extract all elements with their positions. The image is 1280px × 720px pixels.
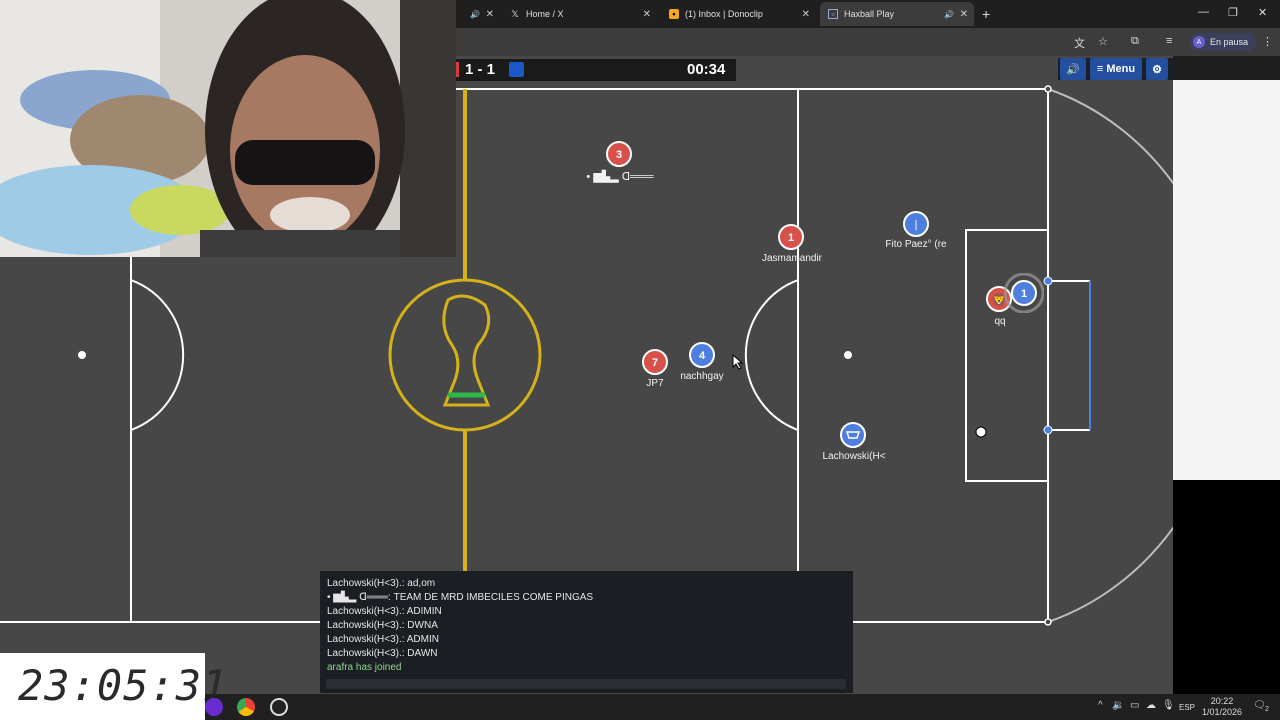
tab-haxball[interactable]: ▫ Haxball Play 🔊 ✕: [820, 2, 974, 26]
chat-message: Lachowski(H<3).: ADIMIN: [327, 606, 442, 617]
player-name: nachhgay: [680, 371, 724, 382]
bookmark-star-icon[interactable]: ☆: [1098, 35, 1108, 48]
close-icon[interactable]: ✕: [486, 9, 494, 20]
red-team-indicator: [456, 62, 459, 77]
clock-text: 23:05:31: [18, 661, 229, 710]
minimize-icon[interactable]: —: [1198, 6, 1209, 18]
notification-icon[interactable]: 🗨: [1253, 700, 1266, 711]
player-name: Fito Paez° (re: [885, 239, 947, 250]
match-timer: 00:34: [687, 61, 726, 78]
player-name: Jasmamandir: [761, 253, 823, 264]
chat-message: Lachowski(H<3).: ad,om: [327, 578, 436, 589]
volume-icon[interactable]: 🔉: [1112, 700, 1124, 711]
translate-icon[interactable]: 文: [1074, 35, 1085, 51]
player-avatar-blue: |: [903, 211, 929, 237]
svg-text:|: |: [915, 219, 918, 231]
settings-button[interactable]: ⚙: [1146, 58, 1168, 80]
system-date: 1/01/2026: [1201, 707, 1243, 717]
player-avatar-blue: [840, 422, 866, 448]
chat-message: Lachowski(H<3).: ADMIN: [327, 634, 439, 645]
player-name: Lachowski(H<: [822, 451, 886, 462]
speaker-icon: 🔊: [944, 9, 954, 19]
player-avatar-blue: 4: [689, 342, 715, 368]
tab-label: (1) Inbox | Donoclip: [685, 9, 763, 19]
language-indicator[interactable]: ESP: [1179, 703, 1195, 712]
player-name: • ▆▙▂ ᗡ═══: [586, 171, 654, 183]
profile-button[interactable]: A En pausa: [1190, 33, 1257, 51]
svg-text:4: 4: [699, 350, 706, 362]
chat-input[interactable]: [326, 679, 846, 689]
close-window-icon[interactable]: ✕: [1258, 6, 1267, 19]
blue-team-indicator: [509, 62, 524, 77]
close-icon[interactable]: ✕: [643, 9, 651, 20]
system-clock[interactable]: 20:22 1/01/2026: [1200, 696, 1244, 718]
extensions-icon[interactable]: ⧉: [1131, 35, 1139, 48]
network-icon[interactable]: ▭: [1130, 700, 1139, 711]
chat-message: • ▆▙▂ ᗡ═══: TEAM DE MRD IMBECILES COME P…: [327, 592, 594, 603]
game-toolbar: 🔊 ≡ Menu ⚙: [1058, 58, 1173, 80]
speaker-icon: 🔊: [470, 9, 480, 19]
tab-home-x[interactable]: 𝕏 Home / X ✕: [502, 2, 657, 26]
close-icon[interactable]: ✕: [960, 9, 968, 20]
webcam-overlay: [0, 0, 456, 257]
webcam-image: [0, 0, 456, 257]
player-name: JP7: [646, 378, 664, 389]
tab-label: Haxball Play: [844, 9, 895, 19]
close-icon[interactable]: ✕: [802, 9, 810, 20]
score: 1 - 1: [465, 61, 496, 78]
tray-chevron-icon[interactable]: ^: [1098, 700, 1103, 711]
svg-text:1: 1: [788, 232, 794, 244]
my-player-avatar: 1: [1004, 273, 1044, 313]
notification-count: 2: [1265, 706, 1269, 713]
digital-clock-overlay: 23:05:31: [0, 653, 227, 720]
more-menu-icon[interactable]: ⋮: [1262, 35, 1273, 48]
mouse-cursor-icon: [732, 354, 744, 370]
player-name: qq: [994, 316, 1006, 327]
donoclip-icon: ▪: [669, 9, 679, 19]
chat-message: Lachowski(H<3).: DAWN: [327, 648, 438, 659]
side-panel-dark: [1173, 480, 1280, 700]
media-controls-icon[interactable]: ≡: [1166, 35, 1172, 47]
x-logo-icon: 𝕏: [511, 8, 519, 19]
chat-system-message: arafra has joined: [327, 662, 402, 673]
player-avatar-red: 1: [778, 224, 804, 250]
microphone-icon[interactable]: 🎙: [1162, 700, 1175, 711]
svg-text:1: 1: [1021, 288, 1027, 300]
chat-message: Lachowski(H<3).: DWNA: [327, 620, 438, 631]
haxball-icon: ▫: [828, 9, 838, 19]
svg-text:3: 3: [616, 149, 622, 161]
tab-partial[interactable]: 🔊 ✕: [456, 2, 500, 26]
chat-panel: Lachowski(H<3).: ad,om • ▆▙▂ ᗡ═══: TEAM …: [320, 571, 853, 693]
system-time: 20:22: [1210, 696, 1234, 706]
new-tab-icon[interactable]: +: [982, 6, 990, 22]
speaker-icon: 🔊: [1066, 63, 1080, 76]
tab-donoclip[interactable]: ▪ (1) Inbox | Donoclip ✕: [661, 2, 816, 26]
obs-icon[interactable]: [270, 698, 288, 716]
app-icon[interactable]: [205, 698, 223, 716]
chrome-icon[interactable]: [237, 698, 255, 716]
address-bar-area: [456, 28, 1280, 56]
player-avatar-red: 3: [606, 141, 632, 167]
sound-button[interactable]: 🔊: [1060, 58, 1086, 80]
cloud-icon[interactable]: ☁: [1146, 700, 1156, 711]
side-panel: [1173, 80, 1280, 480]
svg-text:7: 7: [652, 357, 658, 369]
gear-icon: ⚙: [1152, 63, 1162, 76]
menu-button[interactable]: ≡ Menu: [1090, 58, 1142, 80]
profile-status: En pausa: [1210, 37, 1249, 47]
player-avatar-red: 7: [642, 349, 668, 375]
restore-icon[interactable]: ❐: [1228, 6, 1238, 19]
avatar: A: [1193, 36, 1205, 48]
tab-label: Home / X: [526, 9, 564, 19]
